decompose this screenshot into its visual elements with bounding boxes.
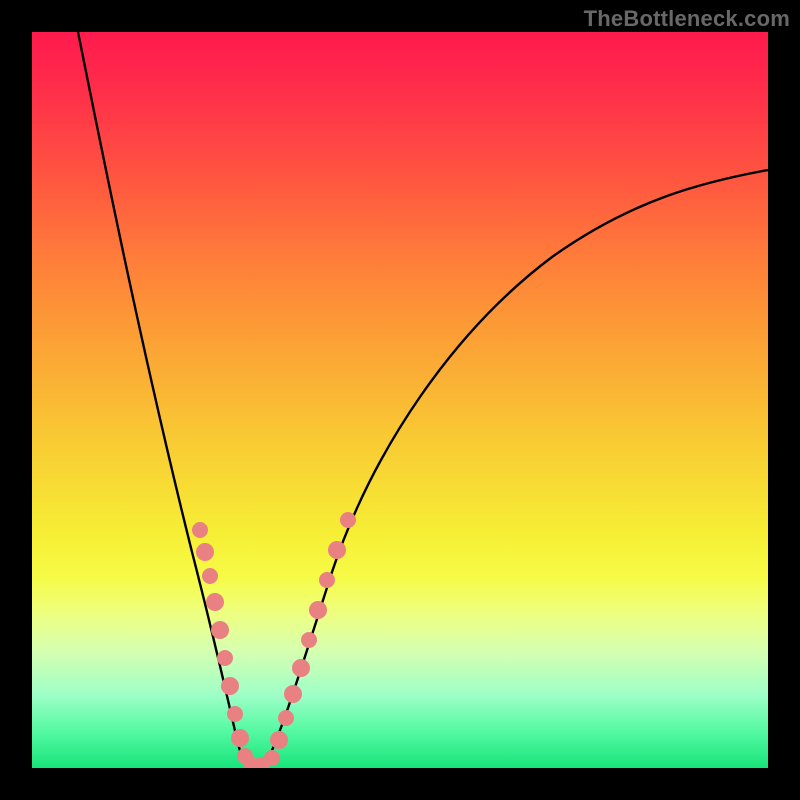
v-curve-right (264, 170, 768, 768)
dotted-highlight-left (192, 522, 270, 768)
curve-layer (32, 32, 768, 768)
watermark-text: TheBottleneck.com (584, 6, 790, 32)
chart-stage: TheBottleneck.com (0, 0, 800, 800)
plot-area (32, 32, 768, 768)
dotted-highlight-right (264, 512, 356, 766)
